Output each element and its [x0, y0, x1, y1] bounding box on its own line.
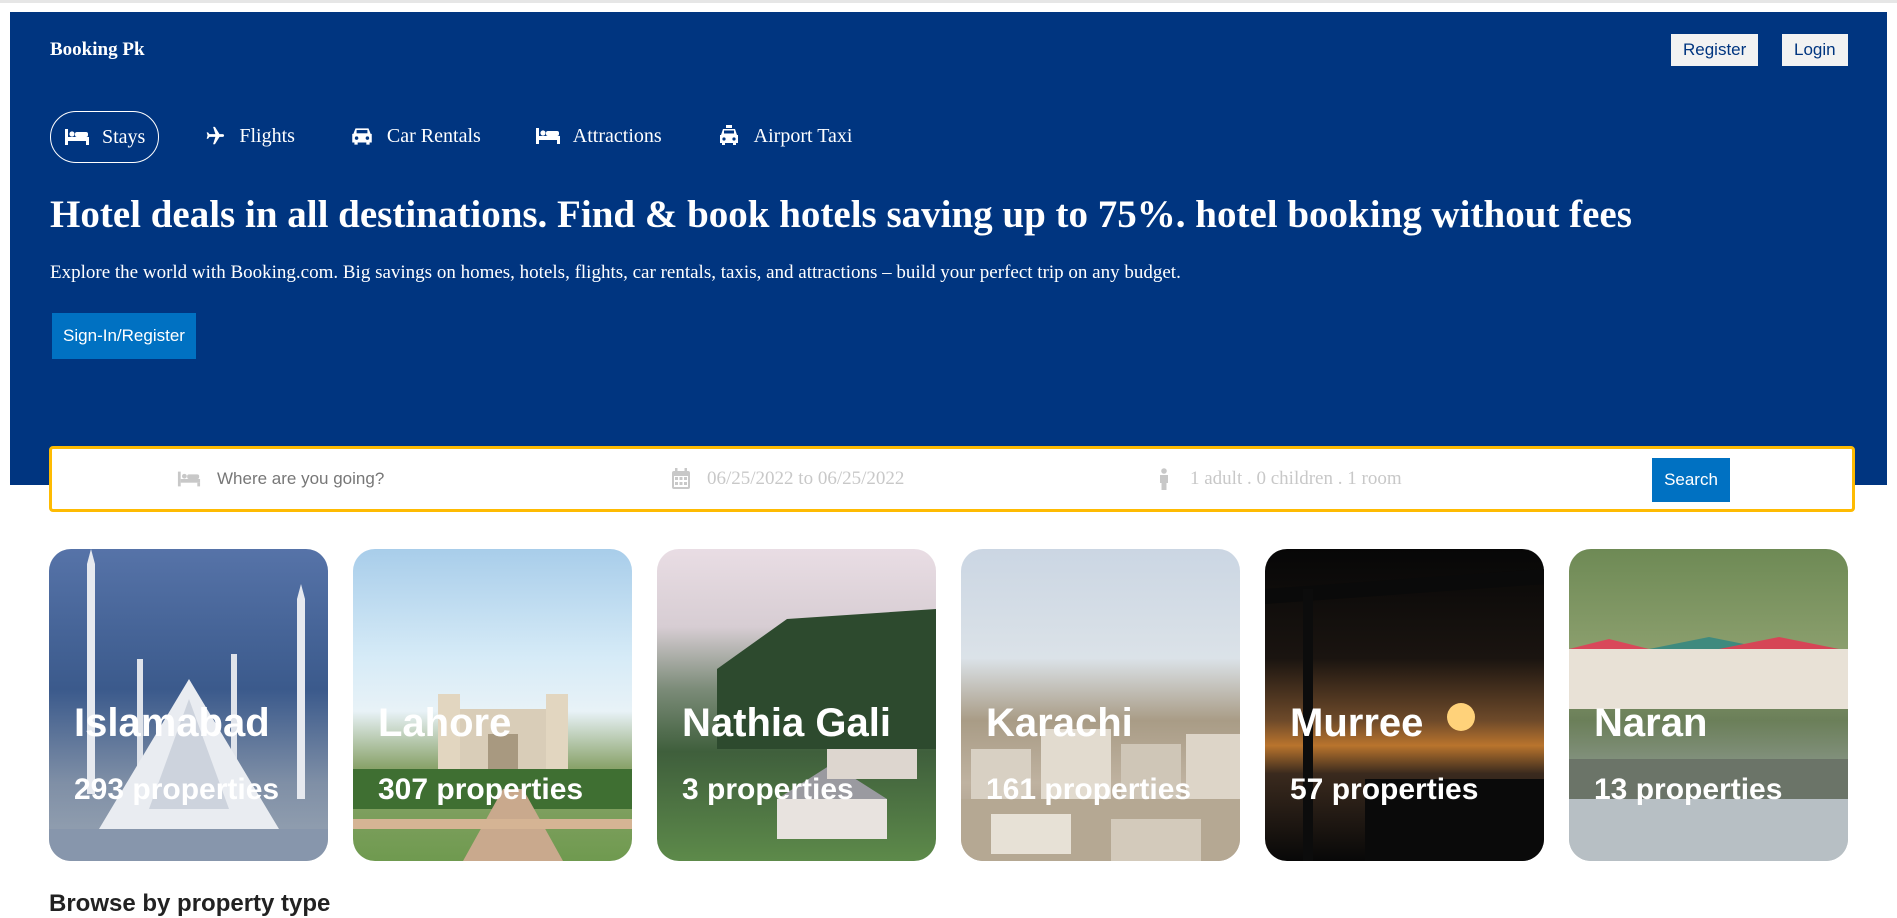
hero-header: Booking Pk Register Login Stays Flights …	[10, 12, 1887, 485]
calendar-icon	[672, 468, 690, 489]
tab-car-rentals[interactable]: Car Rentals	[337, 111, 493, 161]
city-card-lahore[interactable]: Lahore 307 properties	[353, 549, 632, 861]
city-card-islamabad[interactable]: Islamabad 293 properties	[49, 549, 328, 861]
city-properties-count: 57 properties	[1290, 773, 1479, 806]
signin-register-button[interactable]: Sign-In/Register	[52, 313, 196, 359]
tab-label: Stays	[102, 125, 146, 148]
city-name: Karachi	[986, 701, 1133, 745]
city-properties-count: 307 properties	[378, 773, 584, 806]
tab-attractions[interactable]: Attractions	[523, 111, 674, 161]
browse-property-type-heading: Browse by property type	[49, 890, 331, 917]
top-divider	[0, 0, 1897, 3]
bed-icon	[535, 128, 560, 144]
taxi-icon	[719, 125, 738, 145]
destination-field	[177, 449, 519, 509]
tab-label: Car Rentals	[386, 124, 481, 147]
plane-icon	[207, 126, 225, 145]
city-card-murree[interactable]: Murree 57 properties	[1265, 549, 1544, 861]
tab-flights[interactable]: Flights	[189, 111, 307, 161]
city-properties-count: 293 properties	[74, 773, 280, 806]
login-button[interactable]: Login	[1782, 34, 1848, 66]
city-properties-count: 13 properties	[1594, 773, 1783, 806]
destination-input[interactable]	[215, 468, 519, 490]
tab-label: Flights	[239, 124, 295, 147]
city-properties-count: 161 properties	[986, 773, 1192, 806]
city-card-nathia-gali[interactable]: Nathia Gali 3 properties	[657, 549, 936, 861]
person-icon	[1160, 468, 1168, 490]
tab-airport-taxi[interactable]: Airport Taxi	[704, 111, 865, 161]
city-name: Lahore	[378, 701, 512, 745]
tab-label: Attractions	[572, 124, 662, 147]
city-card-naran[interactable]: Naran 13 properties	[1569, 549, 1848, 861]
search-bar: 06/25/2022 to 06/25/2022 1 adult . 0 chi…	[49, 446, 1855, 512]
page-subtext: Explore the world with Booking.com. Big …	[50, 262, 1181, 283]
search-button[interactable]: Search	[1652, 458, 1730, 502]
guests-text: 1 adult . 0 children . 1 room	[1190, 468, 1402, 489]
bed-icon	[177, 471, 201, 487]
register-button[interactable]: Register	[1671, 34, 1759, 66]
tab-stays[interactable]: Stays	[50, 111, 160, 163]
city-name: Nathia Gali	[682, 701, 891, 745]
tab-label: Airport Taxi	[753, 124, 853, 147]
bed-icon	[65, 129, 89, 145]
logo[interactable]: Booking Pk	[50, 39, 145, 61]
city-name: Islamabad	[74, 701, 270, 745]
car-icon	[352, 128, 372, 145]
guests-field[interactable]: 1 adult . 0 children . 1 room	[1152, 449, 1402, 509]
city-properties-count: 3 properties	[682, 773, 854, 806]
page-headline: Hotel deals in all destinations. Find & …	[50, 193, 1632, 236]
category-tabs: Stays Flights Car Rentals Attractions Ai…	[50, 111, 864, 163]
city-name: Naran	[1594, 701, 1708, 745]
city-name: Murree	[1290, 701, 1424, 745]
featured-cities: Islamabad 293 properties Lahore 307 prop…	[49, 549, 1848, 861]
date-field[interactable]: 06/25/2022 to 06/25/2022	[669, 449, 904, 509]
date-range-text: 06/25/2022 to 06/25/2022	[707, 468, 905, 489]
city-card-karachi[interactable]: Karachi 161 properties	[961, 549, 1240, 861]
